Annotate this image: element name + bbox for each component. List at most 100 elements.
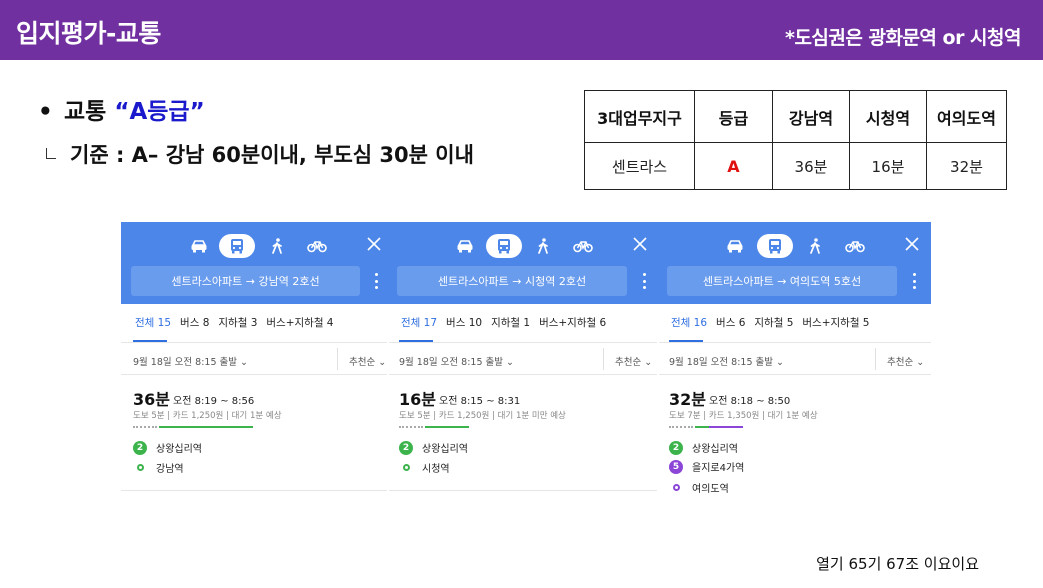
bicycle-icon[interactable] [571, 234, 595, 258]
table-cell: 센트라스 [584, 142, 695, 190]
bullet-criteria: 기준 : A– 강남 60분이내, 부도심 30분 이내 [46, 139, 474, 169]
transport-mode-bar [121, 234, 387, 258]
bicycle-icon[interactable] [305, 234, 329, 258]
sort-select[interactable]: 추천순 ⌄ [887, 354, 924, 368]
walk-segment [669, 426, 693, 428]
close-icon[interactable] [905, 236, 925, 256]
more-options-icon[interactable] [639, 270, 649, 292]
route-panel-gangnam: 센트라스아파트 → 강남역 2호선 전체 15 버스 8 지하철 3 버스+지하철 4… [121, 222, 387, 506]
stop-arrival: 강남역 [133, 460, 184, 475]
stop-transfer: 5 을지로4가역 [669, 459, 744, 474]
divider [603, 348, 604, 370]
close-icon[interactable] [633, 236, 653, 256]
table-header: 3대업무지구 [584, 90, 695, 143]
car-icon[interactable] [187, 234, 211, 258]
stop-arrival: 여의도역 [669, 480, 729, 495]
route-panel-yeouido: 센트라스아파트 → 여의도역 5호선 전체 16 버스 6 지하철 5 버스+지하철 … [659, 222, 931, 506]
route-field[interactable]: 센트라스아파트 → 여의도역 5호선 [667, 266, 897, 296]
tab-all[interactable]: 전체 16 [671, 317, 707, 329]
stop-name: 을지로4가역 [692, 463, 745, 474]
route-meta: 도보 7분 | 카드 1,350원 | 대기 1분 예상 [669, 411, 818, 421]
divider [389, 342, 657, 343]
criteria-text: 기준 : A– 강남 60분이내, 부도심 30분 이내 [70, 143, 474, 167]
table-cell: 36분 [772, 142, 850, 190]
sort-select[interactable]: 추천순 ⌄ [349, 354, 386, 368]
car-icon[interactable] [723, 234, 747, 258]
route-field[interactable]: 센트라스아파트 → 시청역 2호선 [397, 266, 627, 296]
stop-boarding: 2 상왕십리역 [399, 440, 468, 455]
tab-subway[interactable]: 지하철 1 [491, 317, 530, 329]
bullet-dot: • [38, 99, 53, 125]
table-cell: 16분 [849, 142, 927, 190]
tab-all[interactable]: 전체 17 [401, 317, 437, 329]
line-5-badge: 5 [669, 459, 683, 474]
stop-name: 상왕십리역 [156, 444, 202, 455]
line-2-badge: 2 [133, 440, 147, 455]
stop-boarding: 2 상왕십리역 [669, 440, 738, 455]
tab-subway[interactable]: 지하철 5 [754, 317, 793, 329]
footer-credit: 열기 65기 67조 이요이요 [816, 555, 979, 573]
divider [659, 374, 931, 375]
bus-icon[interactable] [486, 234, 522, 258]
tab-bus[interactable]: 버스 8 [180, 317, 209, 329]
stop-name: 상왕십리역 [692, 444, 738, 455]
walk-segment [399, 426, 423, 428]
table-header-row: 3대업무지구 등급 강남역 시청역 여의도역 [584, 90, 1007, 143]
walk-icon[interactable] [803, 234, 827, 258]
route-field[interactable]: 센트라스아파트 → 강남역 2호선 [131, 266, 360, 296]
departure-time-select[interactable]: 9월 18일 오전 8:15 출발 ⌄ [669, 354, 784, 368]
table-row: 센트라스 A 36분 16분 32분 [584, 142, 1007, 190]
stop-name: 여의도역 [692, 484, 729, 495]
bullet-label: 교통 [64, 99, 107, 125]
tab-bus[interactable]: 버스 10 [446, 317, 482, 329]
walk-icon[interactable] [265, 234, 289, 258]
arrival-ring-icon [673, 484, 680, 491]
tab-subway[interactable]: 지하철 3 [218, 317, 257, 329]
divider [389, 490, 657, 491]
arrival-ring-icon [137, 464, 144, 471]
departure-time-select[interactable]: 9월 18일 오전 8:15 출발 ⌄ [399, 354, 514, 368]
more-options-icon[interactable] [909, 270, 919, 292]
divider [121, 342, 387, 343]
divider [337, 348, 338, 370]
sub-bullet-corner-icon [46, 148, 56, 159]
close-icon[interactable] [367, 236, 387, 256]
tab-bus-subway[interactable]: 버스+지하철 5 [802, 317, 869, 329]
stop-name: 시청역 [422, 464, 450, 475]
departure-time-select[interactable]: 9월 18일 오전 8:15 출발 ⌄ [133, 354, 248, 368]
tab-all[interactable]: 전체 15 [135, 317, 171, 329]
route-duration[interactable]: 36분 [133, 386, 170, 410]
line2-segment [695, 426, 709, 428]
route-duration[interactable]: 32분 [669, 386, 706, 410]
bus-icon[interactable] [757, 234, 793, 258]
table-header: 등급 [694, 90, 773, 143]
divider [659, 342, 931, 343]
route-type-tabs: 전체 17 버스 10 지하철 1 버스+지하철 6 [401, 315, 615, 330]
tab-bus[interactable]: 버스 6 [716, 317, 745, 329]
walk-icon[interactable] [531, 234, 555, 258]
sort-select[interactable]: 추천순 ⌄ [615, 354, 652, 368]
table-header: 여의도역 [926, 90, 1007, 143]
slide-title: 입지평가-교통 [16, 19, 161, 48]
more-options-icon[interactable] [371, 270, 381, 292]
grade-table: 3대업무지구 등급 강남역 시청역 여의도역 센트라스 A 36분 16분 32… [584, 90, 1007, 190]
tab-bus-subway[interactable]: 버스+지하철 6 [539, 317, 606, 329]
divider [389, 374, 657, 375]
tab-bus-subway[interactable]: 버스+지하철 4 [266, 317, 333, 329]
title-bar: 입지평가-교통 *도심권은 광화문역 or 시청역 [0, 0, 1043, 60]
bullet-grade: “A등급” [114, 99, 205, 125]
table-header: 강남역 [772, 90, 850, 143]
stop-boarding: 2 상왕십리역 [133, 440, 202, 455]
car-icon[interactable] [453, 234, 477, 258]
route-time-range: 오전 8:19 ~ 8:56 [173, 396, 255, 407]
bicycle-icon[interactable] [843, 234, 867, 258]
arrival-ring-icon [403, 464, 410, 471]
stop-name: 상왕십리역 [422, 444, 468, 455]
bus-icon[interactable] [219, 234, 255, 258]
route-type-tabs: 전체 16 버스 6 지하철 5 버스+지하철 5 [671, 315, 879, 330]
route-screenshot: 센트라스아파트 → 강남역 2호선 전체 15 버스 8 지하철 3 버스+지하철 4… [121, 222, 931, 506]
divider [121, 490, 387, 491]
route-type-tabs: 전체 15 버스 8 지하철 3 버스+지하철 4 [135, 315, 343, 330]
transport-mode-bar [659, 234, 931, 258]
route-duration[interactable]: 16분 [399, 386, 436, 410]
